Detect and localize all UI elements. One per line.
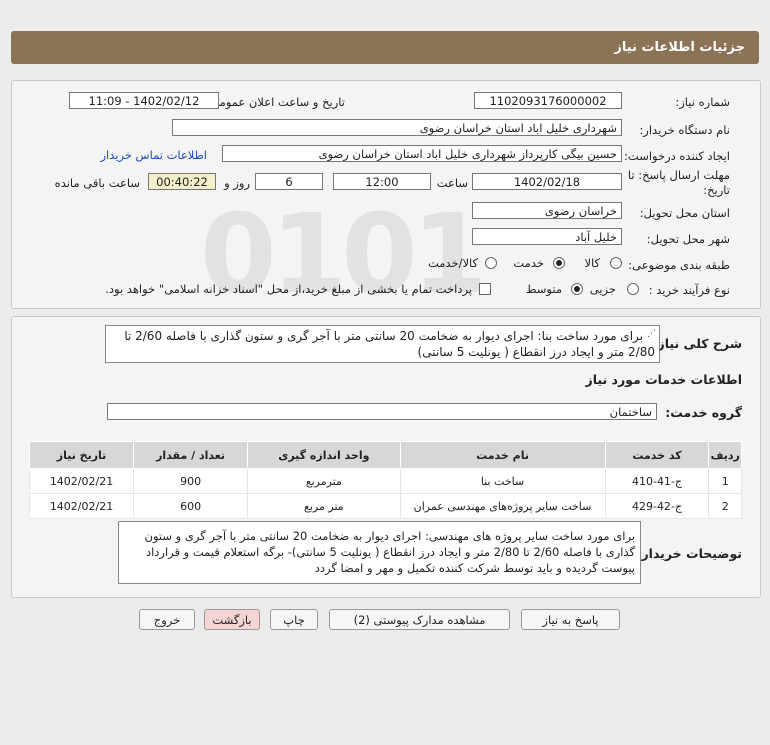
remaining-time-label: ساعت باقی مانده bbox=[54, 176, 140, 190]
cell-row-number: 1 bbox=[708, 468, 742, 494]
creator-field: حسین بیگی کارپرداز شهرداری خلیل اباد است… bbox=[222, 145, 622, 162]
remaining-time-field: 00:40:22 bbox=[148, 173, 216, 190]
cell-unit: مترمربع bbox=[247, 468, 401, 494]
print-button[interactable]: چاپ bbox=[270, 609, 318, 630]
province-field: خراسان رضوی bbox=[472, 202, 622, 219]
category-radio-goods-service[interactable] bbox=[485, 257, 497, 269]
deadline-label: مهلت ارسال پاسخ: تا bbox=[627, 168, 730, 182]
province-label: استان محل تحویل: bbox=[639, 206, 730, 220]
treasury-note: پرداخت تمام یا بخشی از مبلغ خرید،از محل … bbox=[105, 282, 472, 296]
col-row-number: ردیف bbox=[708, 441, 742, 469]
cell-service-name: ساخت بنا bbox=[399, 468, 606, 494]
category-option-goods: کالا bbox=[584, 256, 600, 270]
category-option-goods-service: کالا/خدمت bbox=[427, 256, 478, 270]
category-option-service: خدمت bbox=[513, 256, 544, 270]
buyer-contact-link[interactable]: اطلاعات تماس خریدار bbox=[100, 148, 207, 162]
city-field: خلیل آباد bbox=[472, 228, 622, 245]
cell-service-code: ج-42-429 bbox=[604, 493, 710, 519]
cell-quantity: 600 bbox=[133, 493, 249, 519]
buyer-org-label: نام دستگاه خریدار: bbox=[639, 123, 730, 137]
creator-label: ایجاد کننده درخواست: bbox=[624, 149, 730, 163]
resize-handle-icon: ⋰ bbox=[647, 329, 656, 339]
remaining-days-label: روز و bbox=[224, 176, 250, 190]
category-label: طبقه بندی موضوعی: bbox=[628, 258, 730, 272]
need-info-panel bbox=[11, 80, 761, 309]
cell-service-name: ساخت سایر پروژه‌های مهندسی عمران bbox=[399, 493, 606, 519]
cell-quantity: 900 bbox=[133, 468, 249, 494]
exit-button[interactable]: خروج bbox=[139, 609, 195, 630]
process-radio-minor[interactable] bbox=[627, 283, 639, 295]
announce-date-field: 1402/02/12 - 11:09 bbox=[69, 92, 219, 109]
buyer-notes-line-2: گذاری با فاصله 2/60 تا 2/80 متر و ایجاد … bbox=[145, 545, 635, 559]
buyer-notes-line-1: برای مورد ساخت سایر پروژه های مهندسی: اج… bbox=[144, 529, 635, 543]
col-unit: واحد اندازه گیری bbox=[247, 441, 401, 469]
table-row: 2 ج-42-429 ساخت سایر پروژه‌های مهندسی عم… bbox=[28, 493, 742, 519]
reply-button[interactable]: پاسخ به نیاز bbox=[521, 609, 620, 630]
service-group-field: ساختمان bbox=[107, 403, 657, 420]
summary-line-1: برای مورد ساخت بنا: اجرای دیوار به ضخامت… bbox=[124, 329, 643, 343]
category-radio-goods[interactable] bbox=[610, 257, 622, 269]
attachments-button[interactable]: مشاهده مدارک پیوستی (2) bbox=[329, 609, 510, 630]
need-number-field: 1102093176000002 bbox=[474, 92, 622, 109]
services-heading: اطلاعات خدمات مورد نیاز bbox=[585, 372, 743, 387]
service-group-label: گروه خدمت: bbox=[665, 405, 742, 420]
deadline-date-field: 1402/02/18 bbox=[472, 173, 622, 190]
summary-label: شرح کلی نیاز: bbox=[652, 336, 742, 351]
buyer-notes-label: توضیحات خریدار: bbox=[636, 546, 742, 561]
cell-need-date: 1402/02/21 bbox=[28, 468, 135, 494]
process-option-minor: جزیی bbox=[589, 282, 616, 296]
col-service-code: کد خدمت bbox=[604, 441, 710, 469]
cell-row-number: 2 bbox=[708, 493, 742, 519]
remaining-days-field: 6 bbox=[255, 173, 323, 190]
need-number-label: شماره نیاز: bbox=[675, 95, 730, 109]
announce-date-label: تاریخ و ساعت اعلان عمومی: bbox=[206, 95, 345, 109]
cell-need-date: 1402/02/21 bbox=[28, 493, 135, 519]
summary-box: برای مورد ساخت بنا: اجرای دیوار به ضخامت… bbox=[105, 325, 660, 363]
services-table: ردیف کد خدمت نام خدمت واحد اندازه گیری ت… bbox=[28, 441, 742, 519]
cell-service-code: ج-41-410 bbox=[604, 468, 710, 494]
table-row: 1 ج-41-410 ساخت بنا مترمربع 900 1402/02/… bbox=[28, 468, 742, 494]
back-button[interactable]: بازگشت bbox=[204, 609, 260, 630]
deadline-time-field: 12:00 bbox=[333, 173, 431, 190]
buyer-notes-line-3: پیوست گردیده و باید توسط شرکت کننده تکمی… bbox=[314, 561, 635, 575]
process-label: نوع فرآیند خرید : bbox=[648, 283, 730, 297]
col-service-name: نام خدمت bbox=[399, 441, 606, 469]
cell-unit: متر مربع bbox=[247, 493, 401, 519]
page-title: جزئیات اطلاعات نیاز bbox=[614, 40, 745, 55]
page-header: جزئیات اطلاعات نیاز bbox=[11, 31, 759, 64]
col-need-date: تاریخ نیاز bbox=[28, 441, 135, 469]
deadline-time-label: ساعت bbox=[436, 176, 468, 190]
summary-line-2: 2/80 متر و ایجاد درز انقطاع ( یونلیت 5 س… bbox=[417, 345, 655, 359]
table-header-row: ردیف کد خدمت نام خدمت واحد اندازه گیری ت… bbox=[28, 441, 742, 469]
process-option-medium: متوسط bbox=[525, 282, 562, 296]
treasury-checkbox[interactable] bbox=[479, 283, 491, 295]
buyer-org-field: شهرداری خلیل اباد استان خراسان رضوی bbox=[172, 119, 622, 136]
process-radio-medium[interactable] bbox=[571, 283, 583, 295]
deadline-label-date: تاریخ: bbox=[703, 183, 730, 197]
city-label: شهر محل تحویل: bbox=[646, 232, 730, 246]
category-radio-service[interactable] bbox=[553, 257, 565, 269]
buyer-notes-box: برای مورد ساخت سایر پروژه های مهندسی: اج… bbox=[118, 521, 641, 584]
col-quantity: تعداد / مقدار bbox=[133, 441, 249, 469]
